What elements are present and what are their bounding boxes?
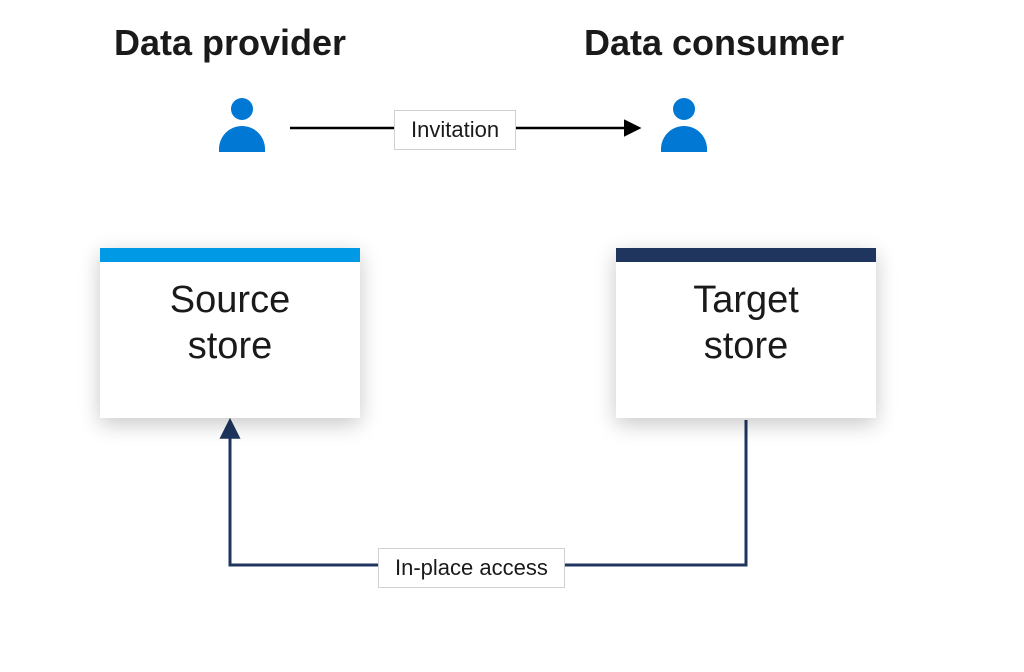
target-store-accent bbox=[616, 248, 876, 262]
source-store-line2: store bbox=[100, 324, 360, 370]
source-store-accent bbox=[100, 248, 360, 262]
target-store-line2: store bbox=[616, 324, 876, 370]
source-store-line1: Source bbox=[170, 279, 290, 321]
label-invitation: Invitation bbox=[394, 110, 516, 150]
title-data-consumer: Data consumer bbox=[584, 22, 844, 64]
target-store-box: Target store bbox=[616, 248, 876, 418]
diagram-canvas: Data provider Data consumer Invitation S… bbox=[0, 0, 1024, 672]
target-store-line1: Target bbox=[693, 279, 799, 321]
label-in-place-access: In-place access bbox=[378, 548, 565, 588]
user-icon-provider bbox=[218, 98, 266, 152]
user-icon-consumer bbox=[660, 98, 708, 152]
title-data-provider: Data provider bbox=[114, 22, 346, 64]
source-store-box: Source store bbox=[100, 248, 360, 418]
in-place-access-connector bbox=[230, 420, 746, 565]
